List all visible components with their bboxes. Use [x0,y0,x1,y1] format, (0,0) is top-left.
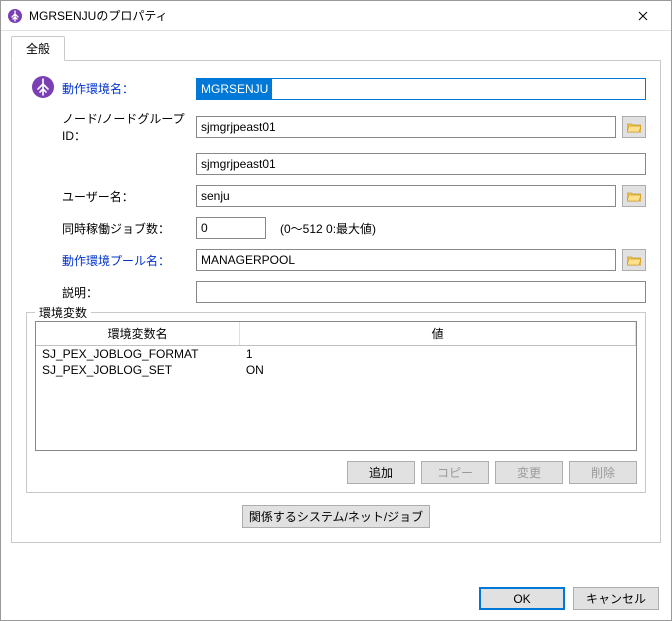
envvars-group: 環境変数 環境変数名 値 SJ_PEX_JOBLOG_FORMAT1SJ_PEX… [26,312,646,493]
node-browse-button[interactable] [622,116,646,138]
titlebar: MGRSENJUのプロパティ [1,1,671,31]
env-name-label[interactable]: 動作環境名： [62,82,134,96]
folder-icon [627,122,641,133]
ok-button[interactable]: OK [479,587,565,610]
desc-input[interactable] [196,281,646,303]
add-button[interactable]: 追加 [347,461,415,484]
envvars-buttons: 追加 コピー 変更 削除 [35,461,637,484]
jobcount-label: 同時稼働ジョブ数： [62,222,170,236]
folder-icon [627,191,641,202]
app-icon [7,8,23,24]
table-row[interactable]: SJ_PEX_JOBLOG_FORMAT1 [36,346,636,363]
user-label: ユーザー名： [62,190,134,204]
delete-button[interactable]: 削除 [569,461,637,484]
close-button[interactable] [623,2,663,30]
pool-browse-button[interactable] [622,249,646,271]
related-button[interactable]: 関係するシステム/ネット/ジョブ [242,505,430,528]
envvar-value: ON [240,362,636,378]
desc-label: 説明： [62,286,98,300]
window-title: MGRSENJUのプロパティ [29,7,623,24]
node-display-field [196,153,646,175]
table-row[interactable]: SJ_PEX_JOBLOG_SETON [36,362,636,378]
envvar-name: SJ_PEX_JOBLOG_SET [36,362,240,378]
dialog-body: 全般 動作環境名： MGRSENJU [1,31,671,577]
folder-icon [627,255,641,266]
env-name-input[interactable]: MGRSENJU [196,78,646,100]
cancel-button[interactable]: キャンセル [573,587,659,610]
copy-button[interactable]: コピー [421,461,489,484]
tab-panel-general: 動作環境名： MGRSENJU ノード/ノードグループID： [11,60,661,543]
envvar-name: SJ_PEX_JOBLOG_FORMAT [36,346,240,363]
user-browse-button[interactable] [622,185,646,207]
user-input[interactable] [196,185,616,207]
envvars-col-name[interactable]: 環境変数名 [36,322,240,346]
tab-general[interactable]: 全般 [11,36,65,61]
pool-input[interactable] [196,249,616,271]
node-input[interactable] [196,116,616,138]
close-icon [638,11,648,21]
envvars-list[interactable]: 環境変数名 値 SJ_PEX_JOBLOG_FORMAT1SJ_PEX_JOBL… [35,321,637,451]
tab-row: 全般 [11,37,661,61]
jobcount-hint: (0～512 0:最大値) [280,220,376,237]
envvars-col-value[interactable]: 値 [240,322,636,346]
env-icon [31,75,55,102]
envvars-legend: 環境変数 [35,304,91,321]
jobcount-input[interactable] [196,217,266,239]
pool-label[interactable]: 動作環境プール名： [62,254,170,268]
dialog-window: MGRSENJUのプロパティ 全般 [0,0,672,621]
node-label: ノード/ノードグループID： [62,112,185,143]
edit-button[interactable]: 変更 [495,461,563,484]
envvar-value: 1 [240,346,636,363]
env-name-value: MGRSENJU [197,79,272,99]
dialog-footer: OK キャンセル [1,577,671,620]
